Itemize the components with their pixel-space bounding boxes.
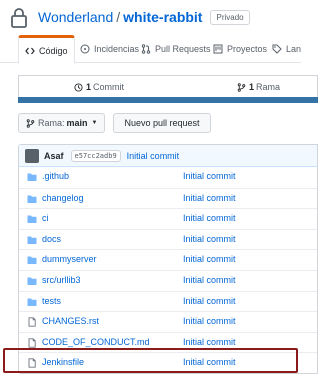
branch-select-label: Rama: xyxy=(38,118,65,128)
code-icon xyxy=(25,47,35,54)
file-row[interactable]: CHANGES.rst Initial commit xyxy=(19,311,317,332)
history-icon xyxy=(74,82,83,92)
repo-header: Wonderland / white-rabbit Privado xyxy=(8,6,250,28)
branches-count: 1 xyxy=(249,82,255,92)
chevron-down-icon: ▼ xyxy=(91,120,98,126)
folder-icon xyxy=(27,195,37,203)
tab-pull-requests[interactable]: Pull Requests xyxy=(141,35,211,63)
tab-projects[interactable]: Proyectos xyxy=(213,35,267,63)
commits-summary[interactable]: 1 Commit xyxy=(74,76,124,98)
language-bar xyxy=(18,97,318,103)
file-row[interactable]: dummyserver Initial commit xyxy=(19,249,317,270)
pull-request-icon xyxy=(141,44,151,54)
file-commit-message-link[interactable]: Initial commit xyxy=(183,275,236,285)
tab-issues[interactable]: Incidencias xyxy=(80,35,139,63)
file-commit-message-link[interactable]: Initial commit xyxy=(183,296,236,306)
branch-select-button[interactable]: Rama: main ▼ xyxy=(18,113,106,133)
file-list: .github Initial commit changelog Initial co… xyxy=(19,167,317,373)
file-row[interactable]: changelog Initial commit xyxy=(19,187,317,209)
file-name-link[interactable]: tests xyxy=(42,296,61,306)
file-row[interactable]: .github Initial commit xyxy=(19,167,317,188)
file-toolbar: Rama: main ▼ Nuevo pull request xyxy=(18,113,211,133)
last-commit-header: Asaf e57cc2adb9 Initial commit xyxy=(19,145,317,167)
branches-label: Rama xyxy=(256,82,281,92)
commit-sha[interactable]: e57cc2adb9 xyxy=(70,149,121,162)
highlight-box xyxy=(3,348,298,373)
issue-icon xyxy=(80,44,90,54)
avatar[interactable] xyxy=(25,148,39,163)
file-name-link[interactable]: docs xyxy=(42,234,61,244)
folder-icon xyxy=(27,277,37,285)
folder-icon xyxy=(27,298,37,306)
branch-icon xyxy=(26,118,35,128)
repo-tabs: Código Incidencias Pull Requests Proyect… xyxy=(0,35,301,64)
branches-summary[interactable]: 1 Rama xyxy=(237,76,280,98)
file-name-link[interactable]: src/urllib3 xyxy=(42,275,81,285)
commits-count: 1 xyxy=(86,82,92,92)
file-name-link[interactable]: changelog xyxy=(42,193,84,203)
file-row[interactable]: docs Initial commit xyxy=(19,228,317,250)
repo-summary: 1 Commit 1 Rama xyxy=(18,75,318,97)
file-name-link[interactable]: ci xyxy=(42,213,49,223)
tab-code-label: Código xyxy=(39,45,68,56)
tab-projects-label: Proyectos xyxy=(227,44,268,54)
branch-select-value: main xyxy=(66,118,88,128)
file-commit-message-link[interactable]: Initial commit xyxy=(183,254,236,264)
lock-icon xyxy=(11,8,27,28)
tab-labels-label: Lan xyxy=(286,44,302,54)
file-row[interactable]: src/urllib3 Initial commit xyxy=(19,269,317,291)
tab-issues-label: Incidencias xyxy=(94,44,140,54)
tab-labels[interactable]: Lan xyxy=(272,35,301,63)
commits-label: Commit xyxy=(93,82,125,92)
tag-icon xyxy=(272,44,282,54)
file-icon xyxy=(28,338,36,348)
file-name-link[interactable]: CODE_OF_CONDUCT.md xyxy=(42,337,150,347)
file-table: Asaf e57cc2adb9 Initial commit .github In… xyxy=(18,144,318,374)
file-commit-message-link[interactable]: Initial commit xyxy=(183,171,236,181)
branch-icon xyxy=(237,82,246,92)
folder-icon xyxy=(27,173,37,181)
folder-icon xyxy=(27,236,37,244)
file-icon xyxy=(28,317,36,327)
file-commit-message-link[interactable]: Initial commit xyxy=(183,316,236,326)
folder-icon xyxy=(27,256,37,265)
commit-author[interactable]: Asaf xyxy=(44,151,64,161)
file-commit-message-link[interactable]: Initial commit xyxy=(183,193,236,203)
file-commit-message-link[interactable]: Initial commit xyxy=(183,337,236,347)
commit-message[interactable]: Initial commit xyxy=(127,151,180,161)
tab-code[interactable]: Código xyxy=(18,35,75,64)
file-commit-message-link[interactable]: Initial commit xyxy=(183,213,236,223)
file-row[interactable]: tests Initial commit xyxy=(19,290,317,312)
new-pull-request-button[interactable]: Nuevo pull request xyxy=(113,113,211,133)
file-commit-message-link[interactable]: Initial commit xyxy=(183,234,236,244)
repo-owner-link[interactable]: Wonderland xyxy=(38,9,113,25)
file-name-link[interactable]: CHANGES.rst xyxy=(42,316,99,326)
private-badge: Privado xyxy=(210,9,250,25)
file-row[interactable]: ci Initial commit xyxy=(19,208,317,229)
project-icon xyxy=(213,44,223,54)
repo-name-link[interactable]: white-rabbit xyxy=(123,9,202,25)
file-name-link[interactable]: dummyserver xyxy=(42,254,97,264)
file-name-link[interactable]: .github xyxy=(42,171,69,181)
repo-separator: / xyxy=(116,9,121,25)
folder-icon xyxy=(27,215,37,224)
tab-pull-requests-label: Pull Requests xyxy=(155,44,211,54)
